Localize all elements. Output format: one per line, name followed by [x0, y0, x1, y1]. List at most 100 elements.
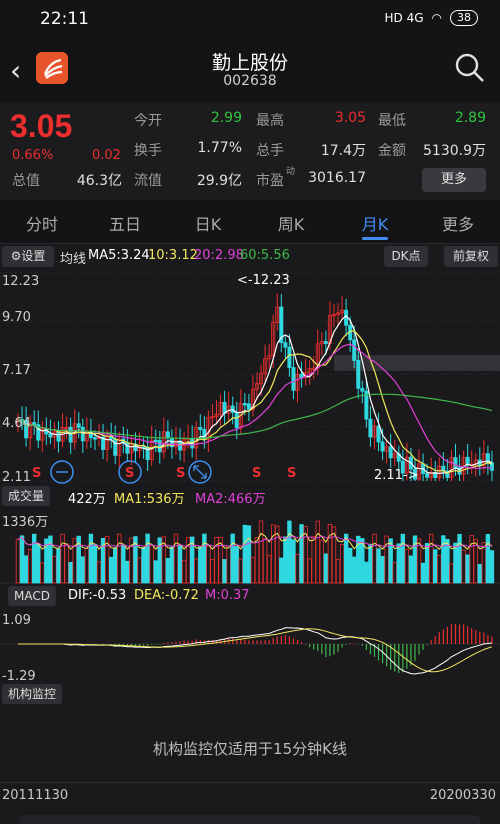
volume-bar	[437, 555, 442, 584]
volume-bar	[230, 533, 235, 584]
candle-body	[234, 412, 239, 429]
volume-bar	[137, 557, 142, 584]
candle-body	[153, 439, 158, 443]
volume-panel-button[interactable]: 成交量	[2, 486, 51, 506]
volume-bar	[485, 534, 491, 584]
volume-bar	[352, 556, 357, 584]
volume-bar	[449, 563, 454, 584]
volume-bar	[412, 535, 418, 584]
volume-bar	[481, 542, 487, 584]
tab-weekly[interactable]: 周K	[256, 211, 326, 235]
volume-bar	[271, 524, 276, 584]
volume-bar	[299, 524, 304, 584]
candle-body	[198, 427, 203, 430]
y-label-3: 7.17	[2, 363, 31, 378]
kline-chart[interactable]: 12.23 9.70 7.17 4.64 2.11 <-12.23 2.11->…	[0, 269, 500, 485]
volume-bar	[56, 548, 61, 584]
volume-bar	[258, 520, 264, 584]
active-tab-indicator	[362, 237, 388, 240]
candle-body	[356, 360, 361, 389]
volume-bar	[181, 559, 187, 584]
volume-total-value: 17.4万	[320, 143, 366, 159]
volume-bar	[121, 544, 126, 584]
volume-bar	[141, 547, 146, 584]
volume-bar	[295, 554, 300, 584]
high-label: 最高	[256, 113, 284, 129]
settings-button[interactable]: ⚙设置	[2, 246, 54, 267]
macd-bottom-label: -1.29	[2, 669, 36, 684]
tab-intraday[interactable]: 分时	[7, 211, 77, 235]
current-price: 3.05	[10, 108, 73, 144]
volume-bar	[32, 533, 37, 584]
volume-bar	[392, 562, 397, 584]
volume-bar	[198, 546, 203, 584]
sell-signal: S	[32, 466, 41, 481]
y-label-4: 4.64	[2, 416, 31, 431]
candle-body	[76, 423, 81, 428]
candle-body	[157, 440, 162, 453]
volume-bar	[323, 553, 329, 584]
volume-bar	[469, 535, 474, 584]
volume-bar	[15, 538, 21, 584]
low-value: 2.89	[454, 110, 486, 126]
volume-bar	[242, 524, 248, 584]
end-date: 20200330	[429, 788, 496, 803]
more-button[interactable]: 更多	[422, 168, 486, 192]
volume-bar	[473, 539, 478, 584]
candle-body	[352, 339, 357, 361]
float-value-label: 流值	[134, 173, 162, 189]
macd-chart[interactable]: 1.09 -1.29	[0, 608, 500, 684]
tab-daily[interactable]: 日K	[173, 211, 243, 235]
tab-five-day[interactable]: 五日	[90, 211, 160, 235]
adjust-mode-button[interactable]: 前复权	[444, 246, 498, 267]
volume-bar	[428, 533, 434, 584]
candle-body	[32, 422, 37, 426]
volume-bar	[339, 544, 345, 584]
ma60-value: 60:5.56	[240, 248, 290, 263]
volume-bar	[477, 563, 482, 584]
macd-m: M:0.37	[205, 588, 250, 603]
volume-bar	[372, 533, 377, 584]
status-time: 22:11	[40, 9, 89, 29]
volume-bar	[400, 533, 406, 584]
volume-bar	[364, 561, 369, 584]
volume-bar	[125, 560, 130, 584]
min-price-marker: 2.11->	[374, 468, 419, 483]
volume-bar	[441, 535, 446, 584]
volume-bar	[380, 556, 385, 584]
sell-signal: S	[287, 466, 296, 481]
pe-value: 3016.17	[308, 170, 366, 186]
macd-panel-button[interactable]: MACD	[8, 586, 56, 606]
dk-point-button[interactable]: DK点	[384, 246, 428, 267]
volume-bar	[327, 523, 333, 584]
volume-bar	[254, 537, 260, 584]
volume-bar	[343, 533, 349, 584]
search-icon[interactable]	[454, 52, 486, 84]
inst-monitor-button[interactable]: 机构监控	[2, 684, 63, 704]
divider	[0, 782, 500, 783]
candle-body	[323, 341, 328, 344]
volume-bar	[64, 543, 69, 584]
candle-body	[291, 367, 296, 391]
open-value: 2.99	[210, 110, 242, 126]
volume-chart[interactable]: 1336万	[0, 508, 500, 584]
tab-monthly[interactable]: 月K	[340, 211, 410, 235]
volume-bar	[315, 520, 320, 584]
volume-bar	[396, 543, 401, 584]
candle-body	[287, 346, 292, 368]
volume-bar	[238, 558, 243, 584]
status-icons: HD 4G ◠ 38	[385, 10, 478, 26]
volume-bar	[210, 559, 215, 584]
volume-bar	[92, 544, 98, 584]
volume-bar	[266, 554, 272, 584]
candle-body	[376, 425, 381, 443]
candle-body	[283, 342, 288, 348]
macd-dif: DIF:-0.53	[68, 588, 127, 603]
volume-bar	[376, 548, 381, 584]
volume-bar	[177, 545, 183, 584]
tab-more[interactable]: 更多	[423, 211, 493, 235]
candle-body	[92, 437, 97, 440]
candle-body	[368, 418, 373, 438]
volume-bar	[40, 562, 45, 584]
volume-max-label: 1336万	[2, 515, 48, 530]
